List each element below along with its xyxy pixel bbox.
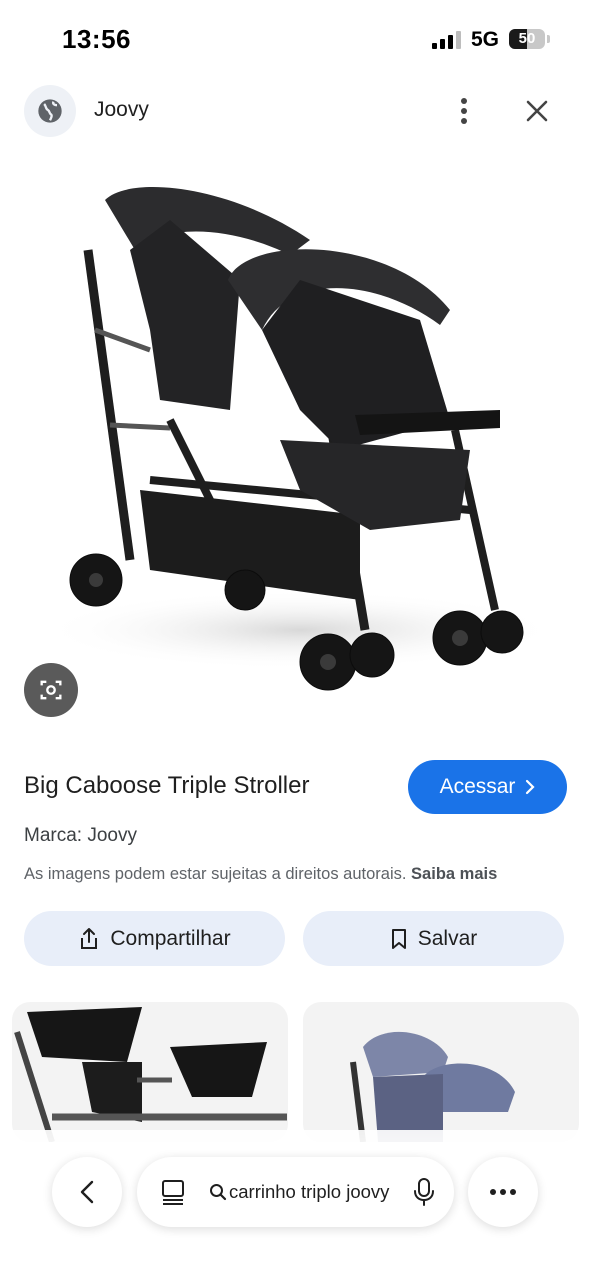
share-icon	[81, 927, 98, 949]
product-title: Big Caboose Triple Stroller	[24, 772, 310, 799]
chevron-left-icon	[80, 1180, 94, 1204]
close-icon[interactable]	[518, 92, 556, 130]
battery-level: 50	[518, 30, 536, 47]
signal-icon	[432, 31, 461, 49]
share-button[interactable]: Compartilhar	[24, 911, 285, 966]
visit-label: Acessar	[439, 775, 516, 798]
save-label: Salvar	[417, 926, 478, 950]
battery-icon: 50	[509, 29, 545, 49]
copyright-text: As imagens podem estar sujeitas a direit…	[24, 865, 407, 883]
brand-line: Marca: Joovy	[24, 825, 137, 846]
tabs-icon[interactable]	[159, 1178, 187, 1206]
search-icon	[210, 1184, 227, 1201]
site-name[interactable]: Joovy	[94, 98, 149, 122]
search-query[interactable]: carrinho triplo joovy	[229, 1181, 397, 1203]
share-label: Compartilhar	[110, 926, 231, 950]
globe-icon[interactable]	[24, 85, 76, 137]
copyright-notice: As imagens podem estar sujeitas a direit…	[24, 865, 497, 884]
related-image-1[interactable]	[12, 1002, 288, 1142]
battery-nub	[547, 35, 550, 43]
header: Joovy	[0, 80, 591, 142]
more-options-button[interactable]	[468, 1157, 538, 1227]
microphone-icon[interactable]	[413, 1177, 435, 1207]
related-image-2[interactable]	[303, 1002, 579, 1142]
visit-button[interactable]: Acessar	[408, 760, 567, 814]
lens-search-button[interactable]	[24, 663, 78, 717]
bookmark-icon	[391, 928, 406, 949]
back-button[interactable]	[52, 1157, 122, 1227]
learn-more-link[interactable]: Saiba mais	[411, 865, 497, 883]
kebab-menu-icon[interactable]	[446, 92, 482, 130]
chevron-right-icon	[526, 779, 535, 795]
status-bar: 13:56 5G 50	[0, 0, 591, 80]
camera-icon	[40, 680, 62, 700]
more-horizontal-icon	[490, 1189, 516, 1195]
save-button[interactable]: Salvar	[303, 911, 564, 966]
status-time: 13:56	[62, 24, 131, 54]
product-image[interactable]	[0, 160, 591, 740]
search-bar[interactable]: carrinho triplo joovy	[137, 1157, 454, 1227]
network-label: 5G	[471, 28, 500, 51]
